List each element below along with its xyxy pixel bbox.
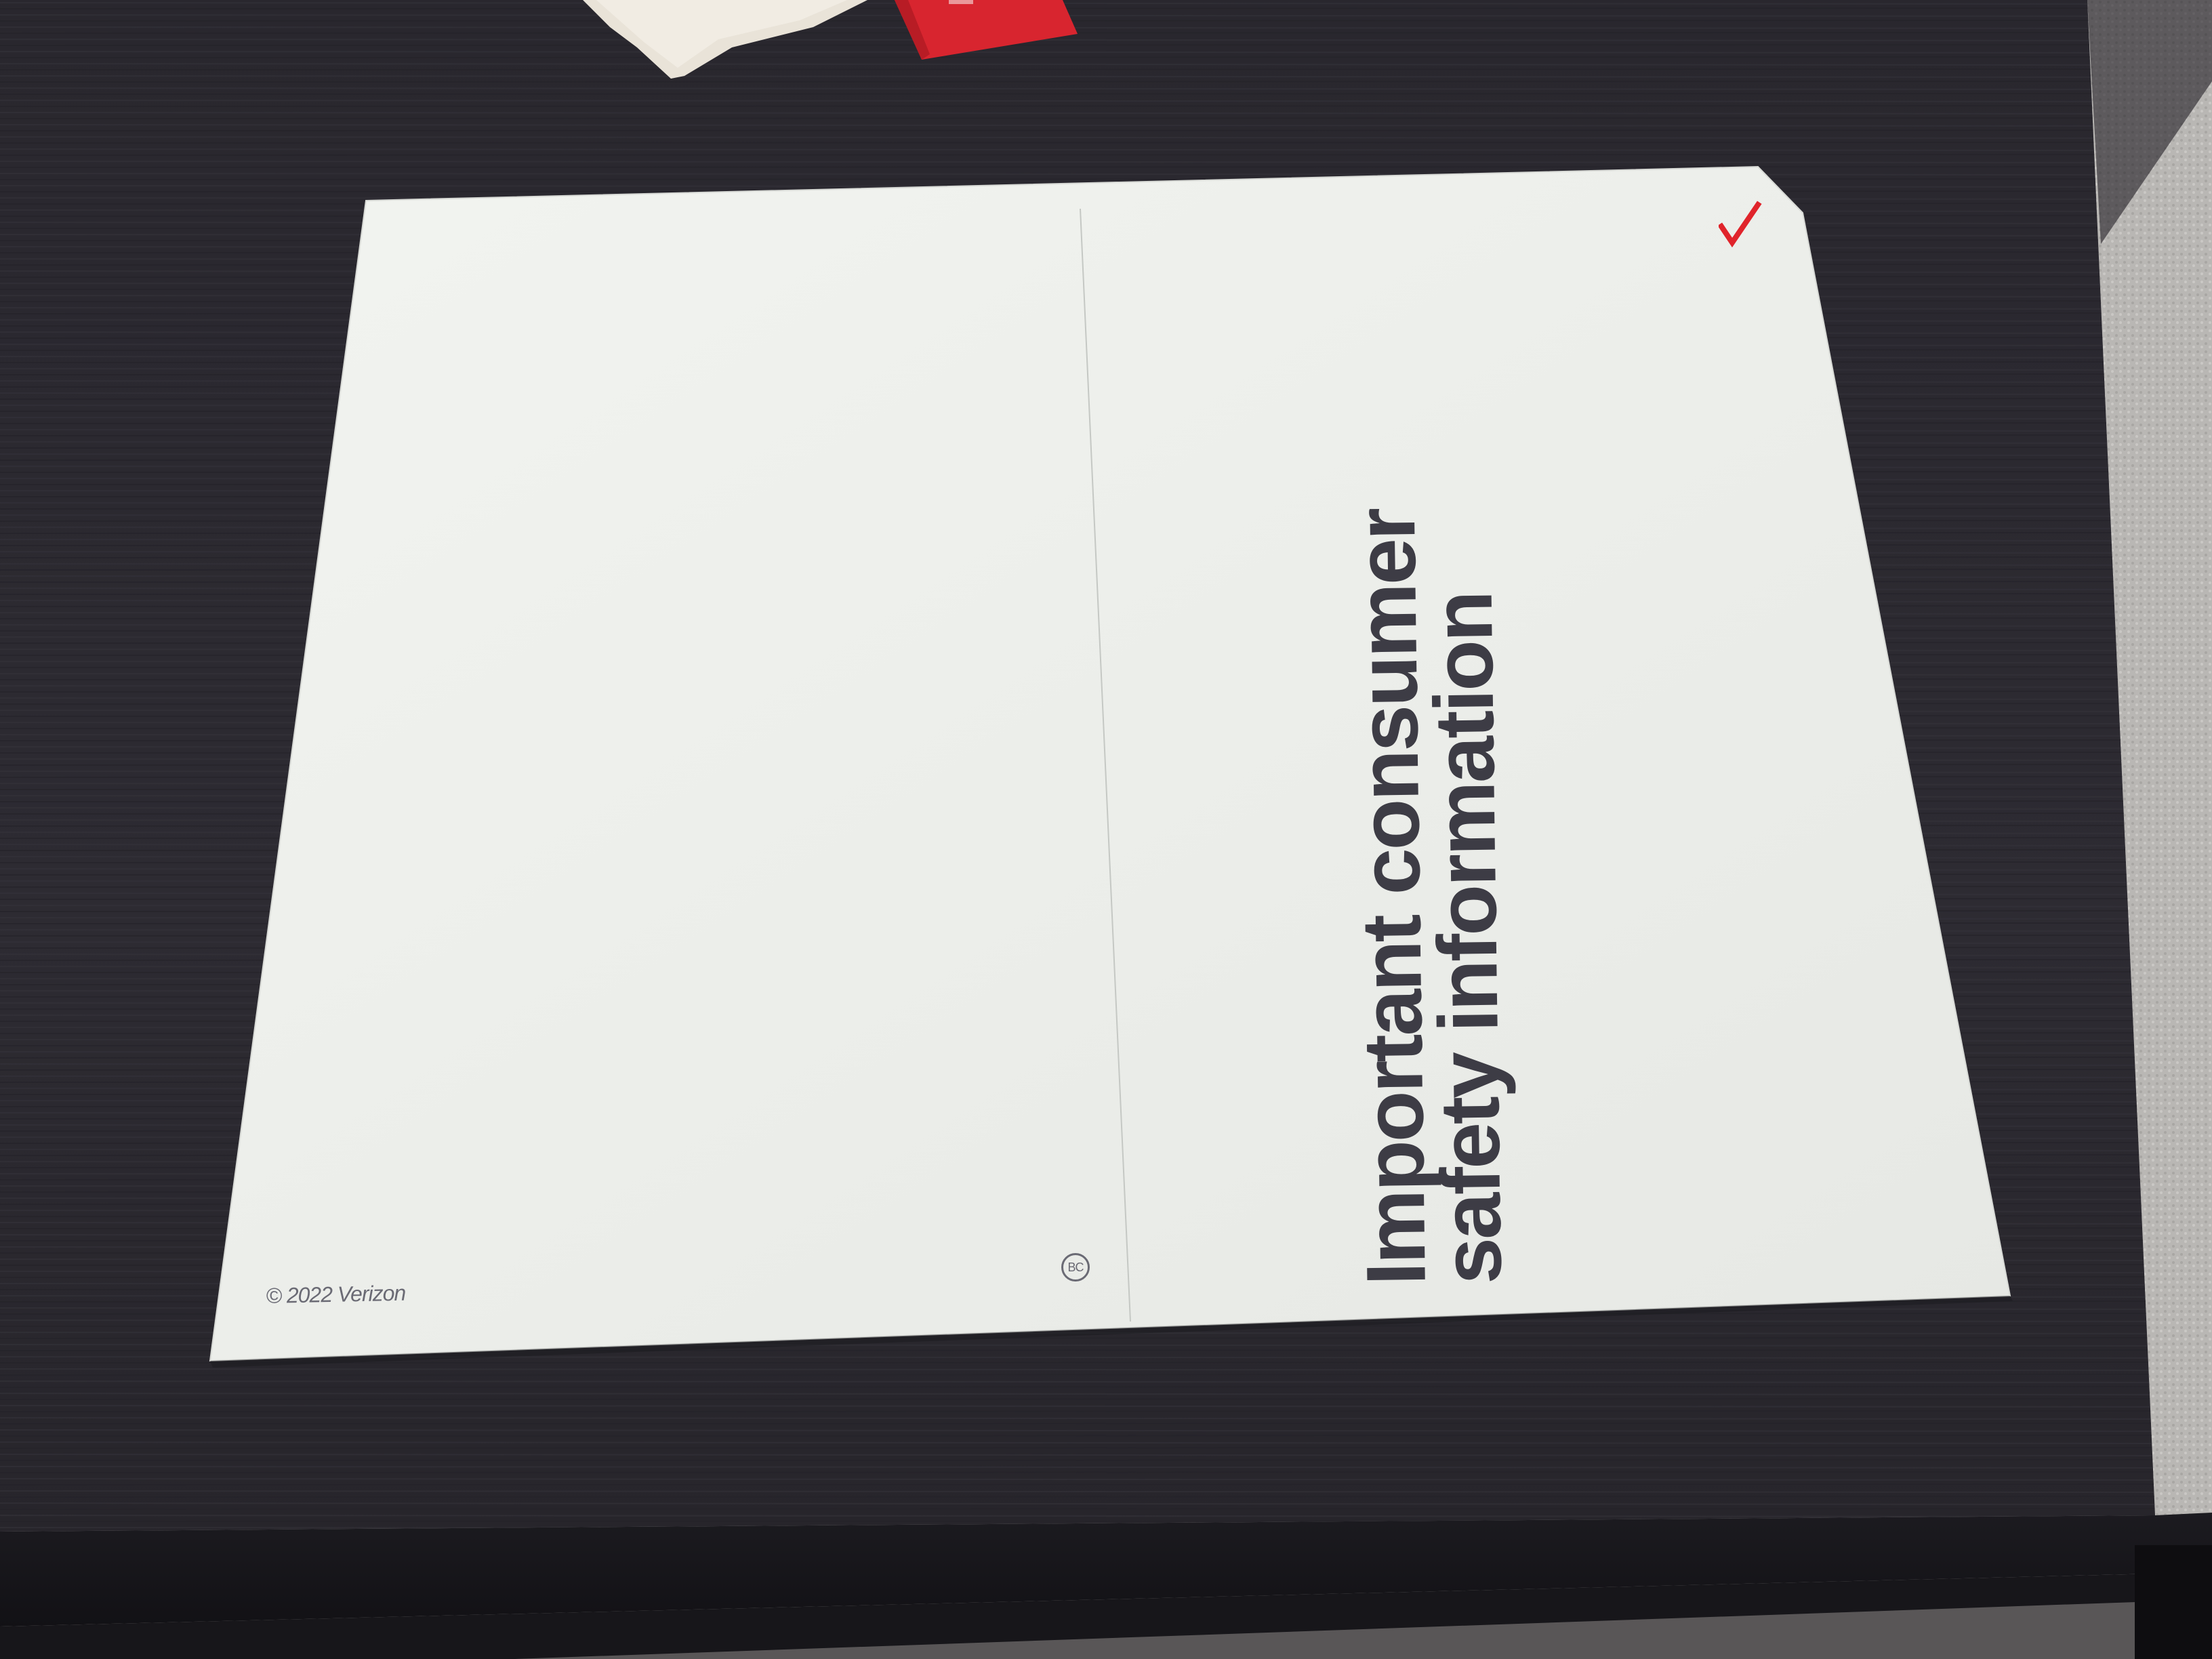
title-line-2: safety information bbox=[1416, 592, 1519, 1286]
verizon-checkmark-icon bbox=[1719, 201, 1762, 248]
leaflet-title: Important consumer safety information bbox=[1339, 363, 1519, 1286]
safety-leaflet: Important consumer safety information BC… bbox=[0, 0, 2212, 1659]
photo-scene: Important consumer safety information BC… bbox=[0, 0, 2212, 1659]
bc-recycle-mark: BC bbox=[1061, 1253, 1090, 1282]
copyright-text: © 2022 Verizon bbox=[266, 1280, 406, 1308]
